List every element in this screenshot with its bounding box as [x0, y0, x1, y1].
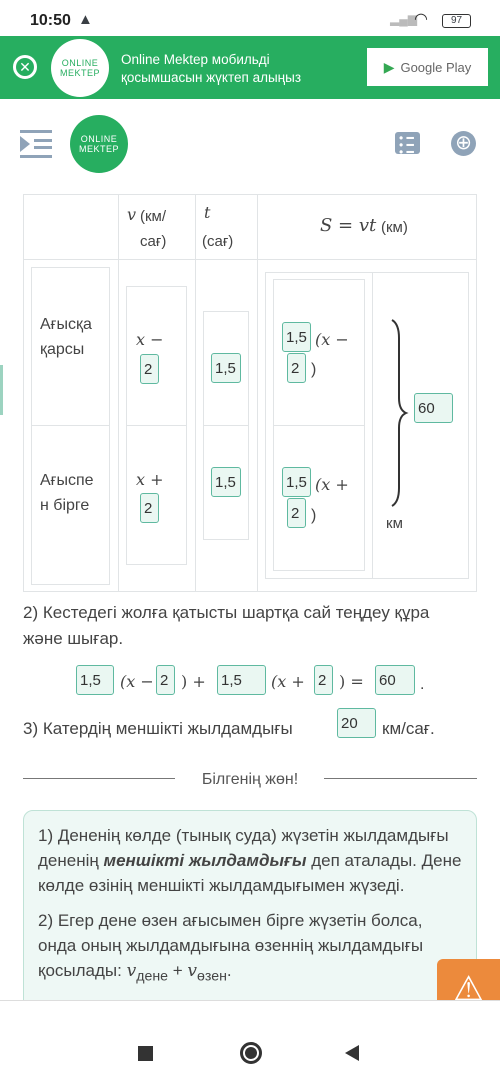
answer-chip[interactable]: 60 — [375, 665, 415, 695]
eq-part: ) + — [181, 672, 206, 691]
google-play-button[interactable]: ▶ Google Play — [367, 48, 488, 86]
total-unit: км — [386, 515, 403, 532]
answer-chip[interactable]: 1,5 — [76, 665, 114, 695]
answer-chip[interactable]: 1,5 — [282, 467, 311, 497]
recents-icon[interactable] — [138, 1046, 153, 1061]
info-paragraph: 2) Егер дене өзен ағысымен бірге жүзетін… — [38, 911, 424, 985]
row-label: Ағысқа қарсы — [40, 316, 92, 358]
answer-chip[interactable]: 1,5 — [217, 665, 266, 695]
task3-unit: км/сағ. — [382, 719, 435, 738]
logo-text: MEKTEP — [59, 68, 100, 78]
site-logo[interactable]: ONLINE MEKTEP — [70, 115, 128, 173]
banner-line: Online Mektep мобильді — [121, 52, 270, 67]
v-expr: x + — [136, 470, 164, 489]
clock: 10:50 — [30, 12, 71, 29]
header-t: t — [204, 203, 211, 222]
header-t-unit: (сағ) — [202, 233, 234, 250]
task3-text: 3) Катердің меншікті жылдамдығы — [23, 719, 293, 738]
answer-chip[interactable]: 1,5 — [211, 353, 241, 383]
header-v: v — [127, 205, 137, 224]
v-expr: x − — [136, 330, 164, 349]
android-nav-bar — [0, 1000, 500, 1083]
battery-icon: 97 — [442, 14, 471, 28]
answer-chip[interactable]: 2 — [287, 498, 306, 528]
side-tab[interactable] — [0, 365, 3, 415]
answer-chip[interactable]: 1,5 — [211, 467, 241, 497]
answer-chip[interactable]: 2 — [314, 665, 333, 695]
home-icon[interactable] — [240, 1042, 262, 1064]
back-icon[interactable] — [345, 1045, 359, 1061]
signal-icon: ▂▄▆ — [390, 12, 417, 26]
s-expr: (x + — [315, 475, 349, 494]
section-divider-title: Білгенің жөн! — [201, 771, 299, 788]
menu-toggle-icon[interactable] — [20, 130, 52, 158]
answer-chip[interactable]: 2 — [287, 353, 306, 383]
logo-text: MEKTEP — [78, 144, 119, 154]
alert-icon: ▲ — [78, 11, 93, 28]
row-label: Ағыспен бірге — [40, 472, 94, 514]
header-s: S = vt — [320, 215, 377, 236]
eq-part: (x + — [271, 672, 305, 691]
logo-text: ONLINE — [61, 58, 99, 68]
eq-part: ) = — [339, 672, 364, 691]
status-bar: 10:50 ▲ ▂▄▆ ◠ 97 — [0, 0, 500, 36]
paren: ) — [311, 507, 317, 524]
globe-icon[interactable]: ⊕ — [451, 131, 476, 156]
logo-text: ONLINE — [80, 134, 118, 144]
banner-text: Online Mektep мобильді қосымшасын жүктеп… — [121, 51, 301, 87]
wifi-icon: ◠ — [414, 11, 428, 28]
eq-end: . — [420, 676, 425, 693]
close-icon[interactable]: ✕ — [13, 55, 37, 79]
banner-line: қосымшасын жүктеп алыңыз — [121, 70, 302, 85]
total-chip[interactable]: 60 — [414, 393, 453, 423]
answer-chip[interactable]: 2 — [140, 354, 159, 384]
banner-logo: ONLINE MEKTEP — [51, 39, 109, 97]
list-icon[interactable]: • ━ • ━ • ━ — [395, 132, 420, 158]
answer-chip[interactable]: 2 — [140, 493, 159, 523]
task2-text: 2) Кестедегі жолға қатысты шартқа сай те… — [23, 603, 430, 648]
play-icon: ▶ — [383, 58, 395, 75]
brace-icon — [391, 319, 409, 507]
answer-chip[interactable]: 2 — [156, 665, 175, 695]
answer-chip[interactable]: 20 — [337, 708, 376, 738]
s-expr: (x − — [315, 330, 349, 349]
header-v-unit: (км/ сағ) — [140, 208, 167, 250]
store-label: Google Play — [400, 59, 472, 75]
header-s-unit: (км) — [381, 219, 408, 236]
paren: ) — [311, 361, 317, 378]
info-paragraph: 1) Дененің көлде (тынық суда) жүзетін жы… — [38, 826, 462, 895]
answer-chip[interactable]: 1,5 — [282, 322, 311, 352]
eq-part: (x − — [120, 672, 154, 691]
